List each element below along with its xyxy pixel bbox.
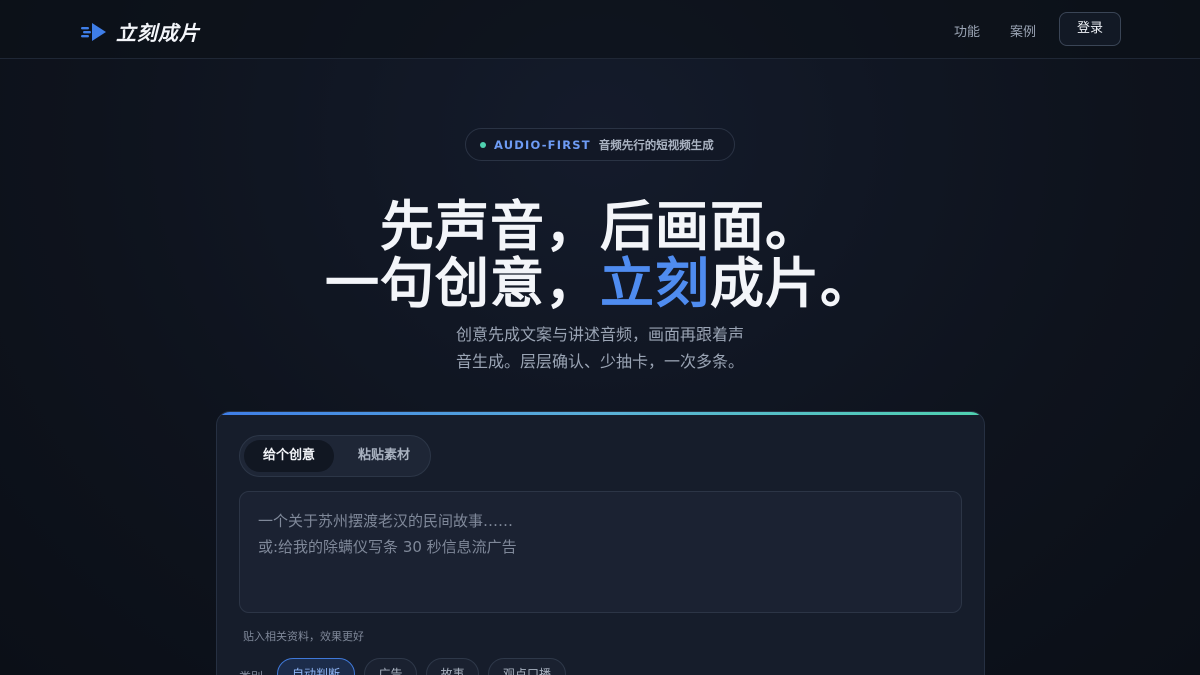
nav-link-cases[interactable]: 案例 <box>1010 21 1036 40</box>
badge-text: 音频先行的短视频生成 <box>598 137 714 152</box>
card-accent-line <box>217 412 984 415</box>
tab-give-idea[interactable]: 给个创意 <box>244 440 334 472</box>
brand-logo[interactable]: 立刻成片 <box>80 17 200 46</box>
top-nav-bar: 立刻成片 功能 案例 登录 <box>0 0 1200 59</box>
login-button[interactable]: 登录 <box>1059 12 1121 46</box>
hero-title-accent: 立刻 <box>600 252 710 315</box>
idea-input[interactable]: 一个关于苏州摆渡老汉的民间故事…… 或:给我的除螨仪写条 30 秒信息流广告 <box>239 491 962 613</box>
play-logo-icon <box>81 22 106 41</box>
category-chip-opinion[interactable]: 观点口播 <box>488 658 566 675</box>
brand-name: 立刻成片 <box>116 21 200 45</box>
placeholder-line1: 一个关于苏州摆渡老汉的民间故事…… <box>258 512 514 530</box>
category-chip-story[interactable]: 故事 <box>426 658 479 675</box>
status-dot-icon <box>480 141 486 148</box>
input-mode-tabs: 给个创意 粘贴素材 <box>239 435 431 477</box>
hero-subtitle-line1: 创意先成文案与讲述音频，画面再跟着声 <box>455 325 744 344</box>
hero-subtitle-line2: 音生成。层层确认、少抽卡，一次多条。 <box>455 352 744 371</box>
badge-tag: AUDIO-FIRST <box>494 137 591 152</box>
hero-badge: AUDIO-FIRST 音频先行的短视频生成 <box>465 128 735 161</box>
hero-title-line2-pre: 一句创意， <box>325 252 600 315</box>
hero-title-line2: 一句创意，立刻成片。 <box>0 239 1200 318</box>
tab-paste-material[interactable]: 粘贴素材 <box>340 440 428 472</box>
category-chip-auto[interactable]: 自动判断 <box>277 658 355 675</box>
placeholder-line2: 或:给我的除螨仪写条 30 秒信息流广告 <box>258 538 517 556</box>
category-chip-ad[interactable]: 广告 <box>364 658 417 675</box>
composer-card: 给个创意 粘贴素材 一个关于苏州摆渡老汉的民间故事…… 或:给我的除螨仪写条 3… <box>216 411 985 675</box>
category-label: 类别 <box>239 668 263 675</box>
hero-title-line2-post: 成片。 <box>710 252 875 315</box>
input-hint: 贴入相关资料，效果更好 <box>243 630 364 643</box>
nav-link-features[interactable]: 功能 <box>954 21 980 40</box>
